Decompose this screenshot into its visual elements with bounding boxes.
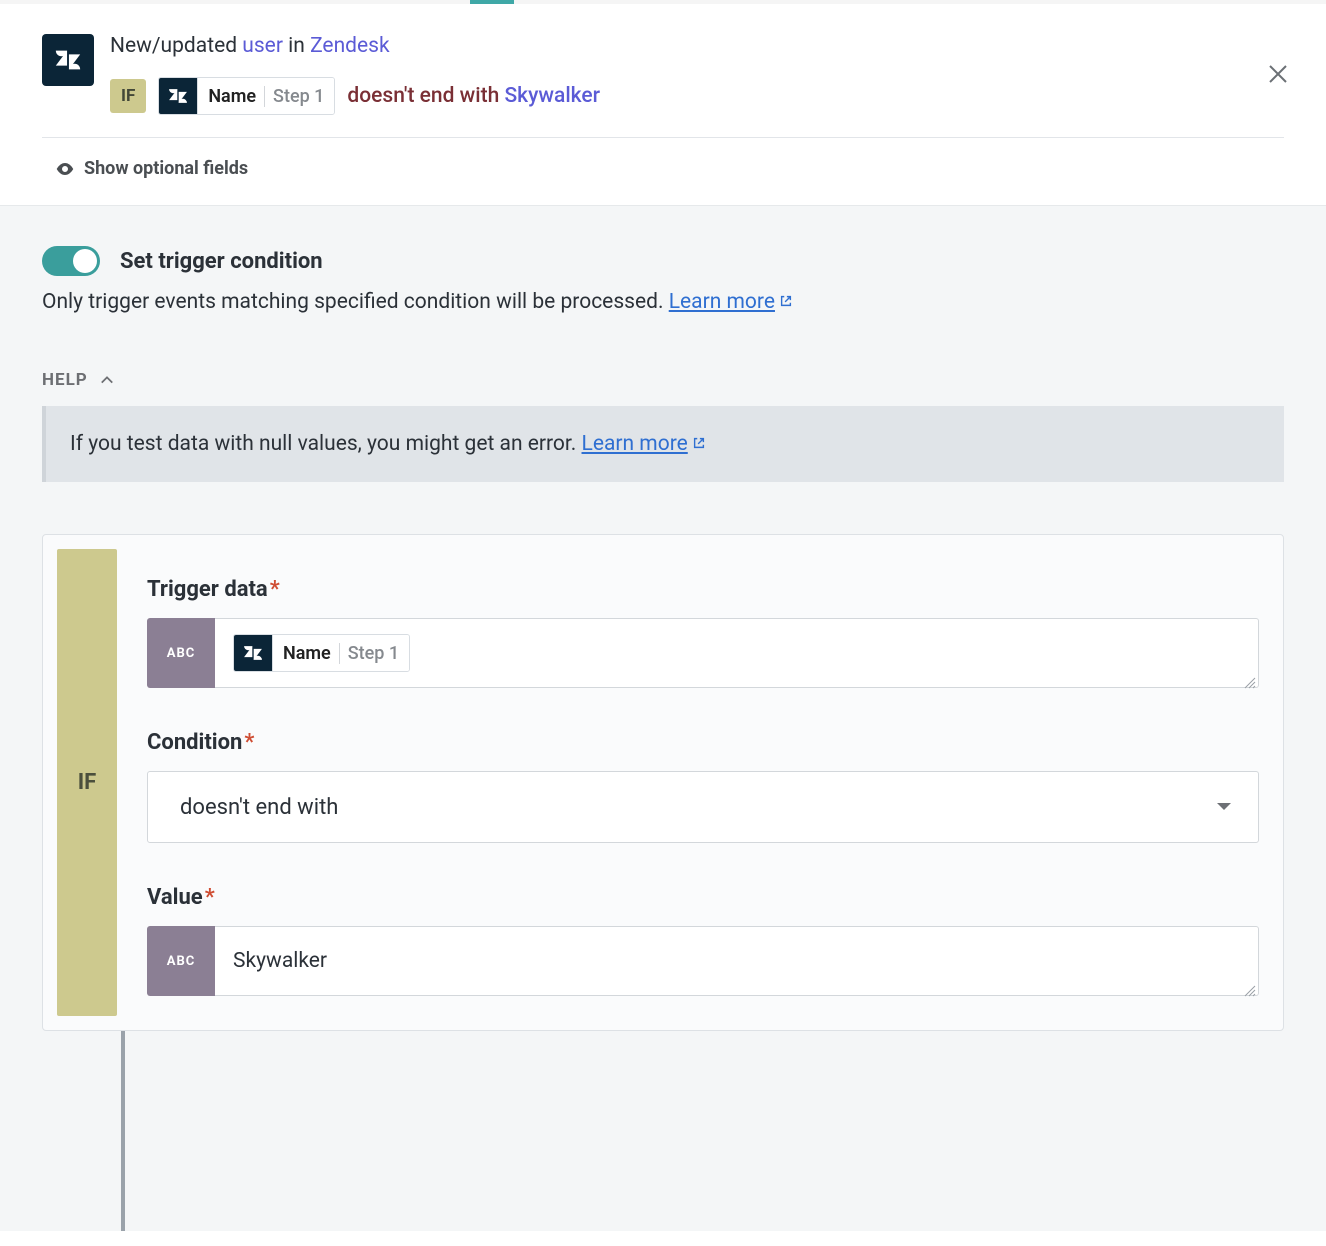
condition-value: Skywalker <box>504 84 600 108</box>
datapill-step: Step 1 <box>339 643 399 664</box>
trigger-data-field: Trigger data* ABC <box>147 577 1259 688</box>
external-link-icon <box>692 436 706 450</box>
condition-selected: doesn't end with <box>180 795 338 820</box>
show-optional-fields-toggle[interactable]: Show optional fields <box>0 138 1326 205</box>
required-mark: * <box>270 577 280 602</box>
condition-editor: IF Trigger data* ABC <box>42 534 1284 1031</box>
eye-icon <box>56 163 74 175</box>
show-optional-label: Show optional fields <box>84 158 248 179</box>
help-learn-more-link[interactable]: Learn more <box>582 432 706 456</box>
caret-down-icon <box>1216 802 1232 812</box>
datapill-zendesk-logo <box>234 634 272 672</box>
required-mark: * <box>205 885 215 910</box>
header-main: New/updated user in Zendesk IF Name Step… <box>110 32 1284 115</box>
zendesk-icon <box>242 642 264 664</box>
body-panel: Set trigger condition Only trigger event… <box>0 205 1326 1231</box>
condition-phrase: doesn't end with Skywalker <box>347 84 600 108</box>
datapill-field: Name <box>283 643 331 664</box>
resize-handle[interactable] <box>1242 671 1256 685</box>
trigger-condition-description: Only trigger events matching specified c… <box>42 290 1284 314</box>
help-section-toggle[interactable]: HELP <box>42 370 1284 390</box>
chevron-up-icon <box>100 373 114 387</box>
condition-label: Condition* <box>147 730 1259 755</box>
value-input-row: ABC Skywalker <box>147 926 1259 996</box>
value-field: Value* ABC Skywalker <box>147 885 1259 996</box>
condition-select[interactable]: doesn't end with <box>147 771 1259 843</box>
value-text: Skywalker <box>233 949 327 973</box>
trigger-data-input-row: ABC N <box>147 618 1259 688</box>
datapill-text: Name Step 1 <box>272 635 409 671</box>
condition-fields: Trigger data* ABC <box>147 549 1269 1016</box>
text-type-chip: ABC <box>147 618 215 688</box>
condition-operator: doesn't end with <box>347 84 504 108</box>
datapill-zendesk-logo <box>159 77 197 115</box>
condition-field: Condition* doesn't end with <box>147 730 1259 843</box>
title-entity-link[interactable]: user <box>242 34 283 58</box>
close-icon <box>1266 62 1290 86</box>
text-type-chip: ABC <box>147 926 215 996</box>
trigger-data-label: Trigger data* <box>147 577 1259 602</box>
title-app-link[interactable]: Zendesk <box>310 34 390 58</box>
help-box: If you test data with null values, you m… <box>42 406 1284 482</box>
datapill-step: Step 1 <box>264 86 324 107</box>
if-badge: IF <box>110 79 146 113</box>
zendesk-icon <box>53 45 83 75</box>
trigger-condition-label: Set trigger condition <box>120 249 323 274</box>
flow-connector <box>42 1031 1284 1231</box>
panel-title: New/updated user in Zendesk <box>110 32 1284 61</box>
help-heading: HELP <box>42 370 88 390</box>
toggle-knob <box>73 249 97 273</box>
trigger-condition-row: Set trigger condition <box>42 246 1284 276</box>
learn-more-link[interactable]: Learn more <box>669 290 793 314</box>
datapill-text: Name Step 1 <box>197 78 334 114</box>
if-slab: IF <box>57 549 117 1016</box>
trigger-data-input[interactable]: Name Step 1 <box>215 618 1259 688</box>
title-prefix: New/updated <box>110 34 242 58</box>
zendesk-logo <box>42 34 94 86</box>
external-link-icon <box>779 294 793 308</box>
resize-handle[interactable] <box>1242 979 1256 993</box>
datapill-name[interactable]: Name Step 1 <box>158 77 335 115</box>
help-text: If you test data with null values, you m… <box>70 432 582 456</box>
condition-summary: IF Name Step 1 doesn't end with Skywalke… <box>110 77 1284 115</box>
trigger-condition-toggle[interactable] <box>42 246 100 276</box>
close-button[interactable] <box>1266 62 1290 90</box>
zendesk-icon <box>167 85 189 107</box>
datapill-name[interactable]: Name Step 1 <box>233 634 410 672</box>
desc-text: Only trigger events matching specified c… <box>42 290 669 314</box>
value-input[interactable]: Skywalker <box>215 926 1259 996</box>
datapill-field: Name <box>208 86 256 107</box>
panel-header: New/updated user in Zendesk IF Name Step… <box>0 4 1326 137</box>
value-label: Value* <box>147 885 1259 910</box>
title-mid: in <box>283 34 310 58</box>
required-mark: * <box>244 730 254 755</box>
